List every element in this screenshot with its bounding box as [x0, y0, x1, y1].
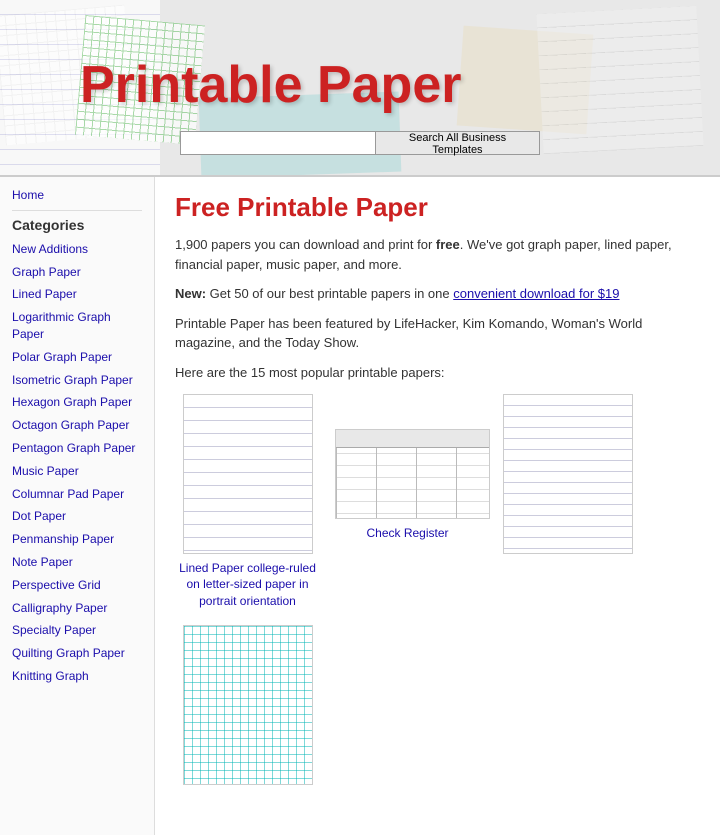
sidebar-item-knitting-graph[interactable]: Knitting Graph — [12, 668, 142, 685]
header: Printable Paper Search All Business Temp… — [0, 0, 720, 175]
sidebar-item-new-additions[interactable]: New Additions — [12, 241, 142, 258]
sidebar-item-dot-paper[interactable]: Dot Paper — [12, 508, 142, 525]
page-title: Free Printable Paper — [175, 192, 700, 223]
popular-heading: Here are the 15 most popular printable p… — [175, 365, 700, 380]
intro-paragraph: 1,900 papers you can download and print … — [175, 235, 700, 274]
sidebar-item-polar-graph[interactable]: Polar Graph Paper — [12, 349, 142, 366]
search-bar: Search All Business Templates — [180, 131, 540, 155]
sidebar-item-perspective-grid[interactable]: Perspective Grid — [12, 577, 142, 594]
paper-item-graph-cyan — [175, 625, 320, 791]
sidebar-item-home[interactable]: Home — [12, 187, 142, 204]
new-text: Get 50 of our best printable papers in o… — [206, 286, 453, 301]
sidebar-item-log-graph[interactable]: Logarithmic Graph Paper — [12, 309, 142, 343]
bg-right-paper-decoration — [536, 6, 703, 154]
sidebar-item-hexagon-graph[interactable]: Hexagon Graph Paper — [12, 394, 142, 411]
sidebar-categories-label: Categories — [12, 217, 142, 233]
paper-item-lined-portrait: Lined Paper college-ruled on letter-size… — [175, 394, 320, 610]
paper-thumb-graph-cyan — [183, 625, 313, 785]
check-header-row — [336, 430, 489, 448]
main-container: Home Categories New Additions Graph Paper… — [0, 175, 720, 835]
paper-thumb-lined-sm — [503, 394, 633, 554]
intro-bold: free — [436, 237, 460, 252]
sidebar-item-specialty-paper[interactable]: Specialty Paper — [12, 622, 142, 639]
sidebar-item-columnar-pad[interactable]: Columnar Pad Paper — [12, 486, 142, 503]
paper-link-check-register[interactable]: Check Register — [335, 525, 480, 542]
papers-grid: Lined Paper college-ruled on letter-size… — [175, 394, 700, 791]
site-title: Printable Paper — [80, 55, 461, 115]
sidebar-links: New Additions Graph Paper Lined Paper Logar… — [12, 241, 142, 685]
new-offer-link[interactable]: convenient download for $19 — [453, 286, 619, 301]
new-label: New: — [175, 286, 206, 301]
sidebar-item-quilting-graph[interactable]: Quilting Graph Paper — [12, 645, 142, 662]
sidebar-item-lined-paper[interactable]: Lined Paper — [12, 286, 142, 303]
search-input[interactable] — [180, 131, 376, 155]
sidebar-item-penmanship-paper[interactable]: Penmanship Paper — [12, 531, 142, 548]
intro-text-before: 1,900 papers you can download and print … — [175, 237, 436, 252]
sidebar-item-pentagon-graph[interactable]: Pentagon Graph Paper — [12, 440, 142, 457]
new-offer-paragraph: New: Get 50 of our best printable papers… — [175, 284, 700, 304]
paper-item-lined-sm — [495, 394, 640, 610]
sidebar-item-isometric-graph[interactable]: Isometric Graph Paper — [12, 372, 142, 389]
sidebar-item-graph-paper[interactable]: Graph Paper — [12, 264, 142, 281]
paper-link-lined-portrait[interactable]: Lined Paper college-ruled on letter-size… — [175, 560, 320, 610]
sidebar: Home Categories New Additions Graph Paper… — [0, 177, 155, 835]
paper-item-check-register: Check Register — [335, 429, 480, 610]
sidebar-item-octagon-graph[interactable]: Octagon Graph Paper — [12, 417, 142, 434]
sidebar-item-calligraphy-paper[interactable]: Calligraphy Paper — [12, 600, 142, 617]
sidebar-item-music-paper[interactable]: Music Paper — [12, 463, 142, 480]
sidebar-item-note-paper[interactable]: Note Paper — [12, 554, 142, 571]
paper-thumb-check-register — [335, 429, 490, 519]
paper-thumb-lined-portrait — [183, 394, 313, 554]
search-button[interactable]: Search All Business Templates — [376, 131, 540, 155]
content-area: Free Printable Paper 1,900 papers you ca… — [155, 177, 720, 835]
featured-paragraph: Printable Paper has been featured by Lif… — [175, 314, 700, 353]
sidebar-divider — [12, 210, 142, 211]
